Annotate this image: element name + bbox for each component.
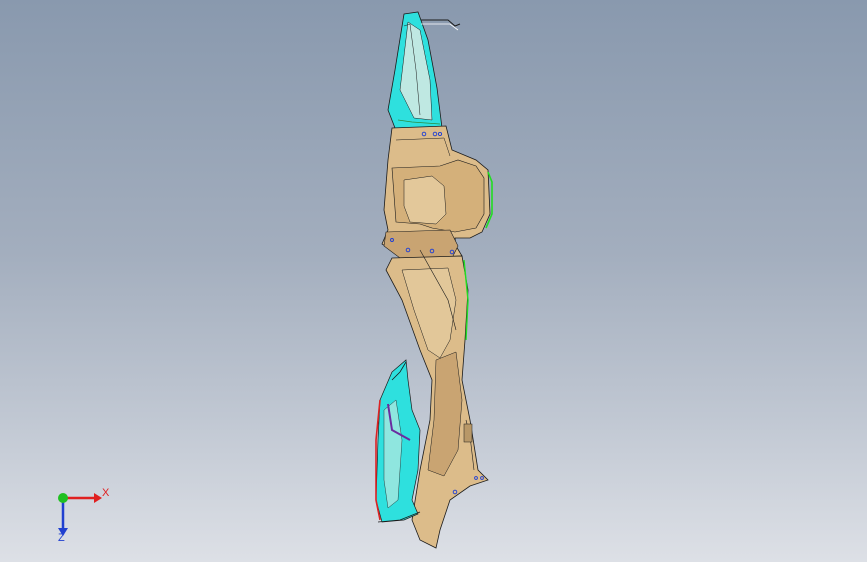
z-axis-label: Z	[58, 532, 65, 544]
y-axis-icon	[58, 493, 68, 503]
x-arrow-icon	[94, 493, 102, 503]
orientation-triad: X Z	[46, 482, 116, 544]
part-model[interactable]	[0, 0, 867, 562]
x-axis-label: X	[102, 487, 110, 499]
graphics-viewport[interactable]: X Z	[0, 0, 867, 562]
upper-body	[381, 125, 493, 259]
lower-bracket	[375, 359, 421, 523]
top-flange	[387, 11, 461, 129]
